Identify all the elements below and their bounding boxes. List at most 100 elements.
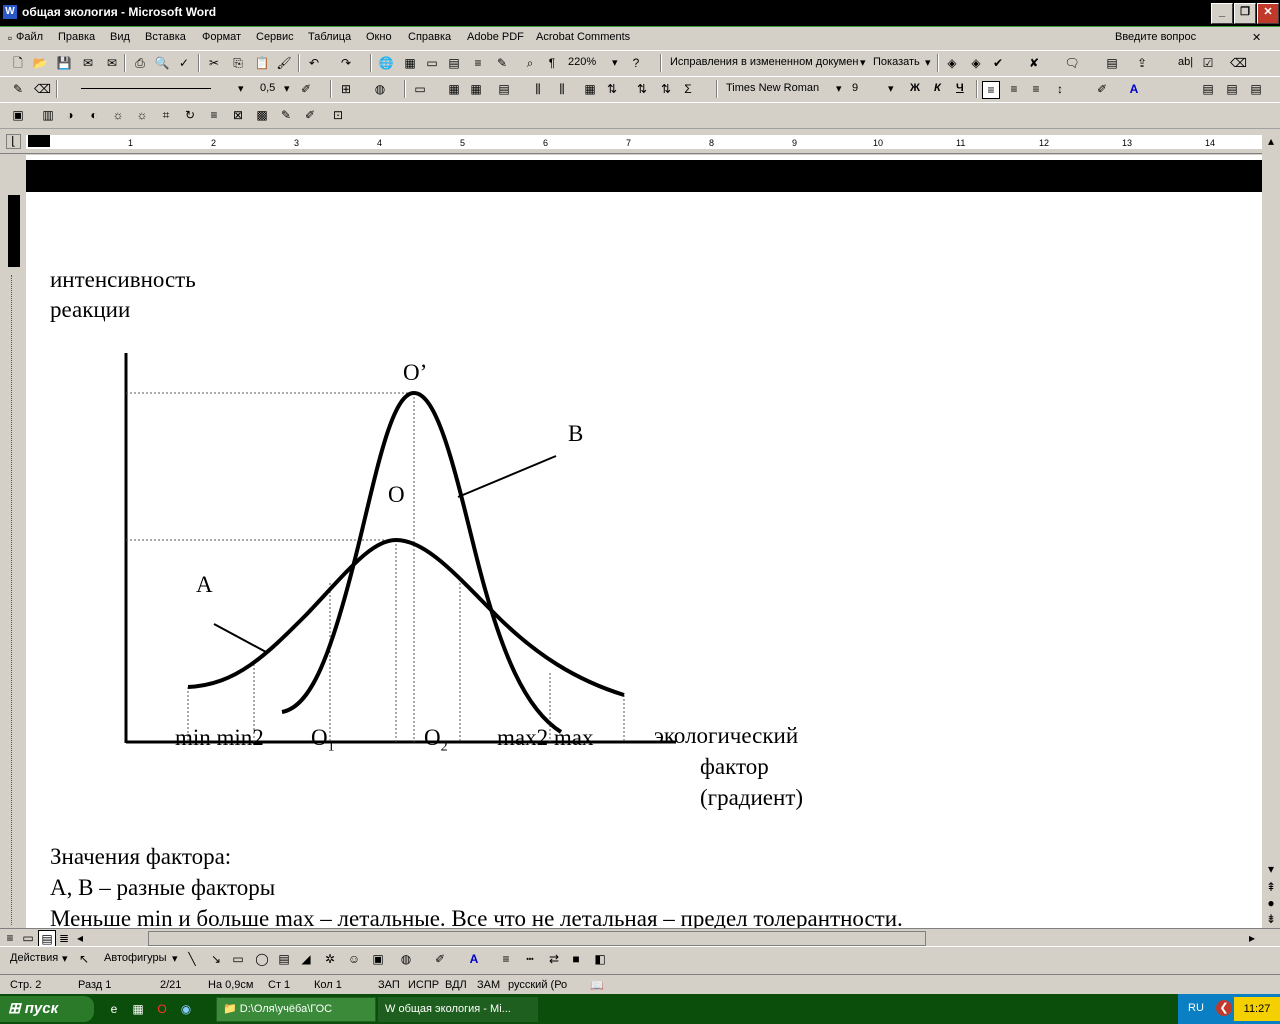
scroll-up-icon[interactable]: ▴ (1263, 133, 1279, 149)
3d-icon[interactable]: ◧ (592, 951, 608, 967)
language-indicator[interactable]: RU (1188, 1002, 1204, 1014)
arrow-icon[interactable]: ↘ (208, 951, 224, 967)
vertical-scrollbar[interactable]: ▴ ▾ ⇞ ● ⇟ (1262, 131, 1280, 928)
autoshapes-menu[interactable]: Автофигуры (104, 952, 167, 964)
align-center-icon[interactable]: ≡ (1006, 81, 1022, 97)
columns-icon[interactable]: ≡ (470, 55, 486, 71)
undo-icon[interactable]: ↶ (306, 55, 322, 71)
autoformat-table-icon[interactable]: ▦ (582, 81, 598, 97)
permission-icon[interactable]: ✉ (80, 55, 96, 71)
new-comment-icon[interactable]: 🗨 (1064, 55, 1080, 71)
task-folder[interactable]: 📁 D:\Оля\учёба\ГОС (216, 997, 376, 1022)
email-icon[interactable]: ✉ (104, 55, 120, 71)
wordart-icon[interactable]: ◢ (298, 951, 314, 967)
start-button[interactable]: ⊞ пуск (0, 996, 94, 1022)
insert-field-icon[interactable]: ⇪ (1134, 55, 1150, 71)
align-left-icon[interactable]: ≡ (982, 81, 1000, 99)
form-field-icon[interactable]: ab| (1178, 56, 1193, 68)
font-color-icon[interactable]: A (1126, 81, 1142, 97)
ask-question-box[interactable]: Введите вопрос (1115, 31, 1196, 43)
less-contrast-icon[interactable]: ◐ (86, 107, 102, 123)
less-brightness-icon[interactable]: ☼ (134, 107, 150, 123)
actions-menu[interactable]: Действия (10, 952, 58, 964)
clock[interactable]: 11:27 (1234, 997, 1280, 1021)
merge-cells-icon[interactable]: ▦ (446, 81, 462, 97)
outline-view-icon[interactable]: ≣ (56, 930, 72, 946)
underline-button[interactable]: Ч (956, 82, 964, 94)
horizontal-scrollbar[interactable]: ≡ ▭ ▤ ≣ ◂ ▸ (0, 928, 1280, 948)
save-icon[interactable]: 💾 (56, 55, 72, 71)
text-direction-icon[interactable]: ⇅ (604, 81, 620, 97)
line-style-dropdown-icon[interactable]: ▾ (238, 82, 244, 95)
insert-table-2-icon[interactable]: ▭ (412, 81, 428, 97)
line-icon[interactable]: ╲ (184, 951, 200, 967)
scroll-thumb[interactable] (148, 931, 926, 946)
redo-icon[interactable]: ↷ (338, 55, 354, 71)
menu-edit[interactable]: Правка (58, 31, 95, 43)
autosum-icon[interactable]: Σ (680, 81, 696, 97)
format-painter-icon[interactable]: 🖌 (276, 55, 292, 71)
status-ovr[interactable]: ЗАМ (477, 979, 500, 991)
italic-button[interactable]: К (934, 82, 941, 94)
eraser-table-icon[interactable]: ⌫ (34, 81, 51, 97)
more-brightness-icon[interactable]: ☼ (110, 107, 126, 123)
zoom-dropdown-icon[interactable]: ▾ (612, 56, 618, 69)
scroll-right-icon[interactable]: ▸ (1244, 930, 1260, 946)
bold-button[interactable]: Ж (910, 82, 920, 94)
accept-change-icon[interactable]: ✔ (990, 55, 1006, 71)
oval-icon[interactable]: ◯ (254, 951, 270, 967)
normal-view-icon[interactable]: ≡ (2, 930, 18, 946)
more-contrast-icon[interactable]: ◑ (62, 107, 78, 123)
quicklaunch-desktop-icon[interactable]: ▦ (130, 1001, 146, 1017)
paste-icon[interactable]: 📋 (254, 55, 270, 71)
dash-style-icon[interactable]: ┅ (522, 951, 538, 967)
menu-window[interactable]: Окно (366, 31, 392, 43)
draw-table-icon[interactable]: ✎ (10, 81, 26, 97)
font-name-dropdown-icon[interactable]: ▾ (836, 82, 842, 95)
menu-tools[interactable]: Сервис (256, 31, 294, 43)
line-weight-combo[interactable]: 0,5 (260, 82, 275, 94)
next-change-icon[interactable]: ◈ (968, 55, 984, 71)
spelling-icon[interactable]: ✓ (176, 55, 192, 71)
open-icon[interactable]: 📂 (32, 55, 48, 71)
shading-color-icon[interactable]: ◍ (372, 81, 388, 97)
align-cells-icon[interactable]: ▤ (496, 81, 512, 97)
format-picture-icon[interactable]: ✎ (278, 107, 294, 123)
menu-acrobat-comments[interactable]: Acrobat Comments (536, 31, 630, 43)
close-button[interactable]: ✕ (1257, 3, 1279, 24)
menu-table[interactable]: Таблица (308, 31, 351, 43)
quicklaunch-media-icon[interactable]: ◉ (178, 1001, 194, 1017)
set-transparent-icon[interactable]: ✐ (302, 107, 318, 123)
scroll-left-icon[interactable]: ◂ (72, 930, 88, 946)
menu-help[interactable]: Справка (408, 31, 451, 43)
close-doc-icon[interactable]: ✕ (1252, 31, 1261, 44)
document-map-icon[interactable]: ⌕ (522, 55, 538, 71)
line-spacing-icon[interactable]: ↕ (1052, 81, 1068, 97)
spelling-status-icon[interactable]: 📖 (590, 979, 604, 992)
fill-color-icon[interactable]: ◍ (398, 951, 414, 967)
rotate-icon[interactable]: ↻ (182, 107, 198, 123)
clipart-icon[interactable]: ☺ (346, 951, 362, 967)
copy-icon[interactable]: ⎘ (230, 55, 246, 71)
reset-picture-icon[interactable]: ⊡ (330, 107, 346, 123)
menu-insert[interactable]: Вставка (145, 31, 186, 43)
menu-file[interactable]: Файл (16, 31, 43, 43)
tables-borders-icon[interactable]: ▦ (402, 55, 418, 71)
track-changes-dropdown-icon[interactable]: ▾ (860, 56, 866, 69)
autoshapes-dropdown-icon[interactable]: ▾ (172, 952, 178, 965)
show-menu[interactable]: Показать (873, 56, 920, 68)
tab-selector-icon[interactable]: ⌊ (6, 134, 21, 149)
maximize-button[interactable]: ❐ (1234, 3, 1256, 24)
select-objects-icon[interactable]: ↖ (76, 951, 92, 967)
web-view-icon[interactable]: ▭ (20, 930, 36, 946)
drawing-icon[interactable]: ✎ (494, 55, 510, 71)
actions-dropdown-icon[interactable]: ▾ (62, 952, 68, 965)
print-preview-icon[interactable]: 🔍 (154, 55, 170, 71)
previous-change-icon[interactable]: ◈ (944, 55, 960, 71)
highlight-icon[interactable]: ✐ (1094, 81, 1110, 97)
new-icon[interactable]: 🗋 (10, 55, 26, 71)
color-icon[interactable]: ▥ (40, 107, 56, 123)
shadow-icon[interactable]: ■ (568, 951, 584, 967)
reject-change-icon[interactable]: ✘ (1026, 55, 1042, 71)
status-ext[interactable]: ВДЛ (445, 979, 467, 991)
